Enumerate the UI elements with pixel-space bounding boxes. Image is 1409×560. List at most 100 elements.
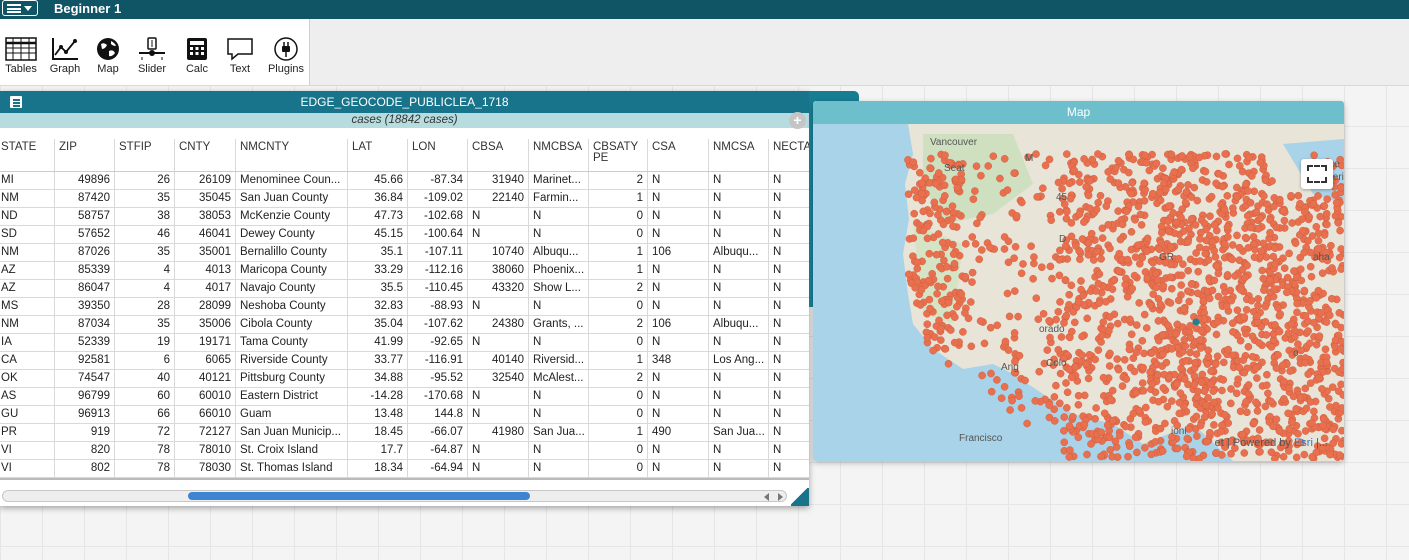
map-point[interactable] [1210,421,1218,429]
map-point[interactable] [1050,417,1059,425]
table-cell-state[interactable]: MS [0,298,55,315]
map-point[interactable] [1290,267,1298,275]
table-cell-csa[interactable]: 106 [648,244,709,261]
map-point[interactable] [1262,253,1271,261]
map-point[interactable] [1167,284,1176,293]
table-cell-nmcbsa[interactable]: Show L... [529,280,589,297]
table-cell-stfip[interactable]: 46 [115,226,175,243]
table-cell-cnty[interactable]: 40121 [175,370,236,387]
map-point[interactable] [1218,386,1226,395]
map-point[interactable] [1324,394,1333,403]
table-cell-stfip[interactable]: 35 [115,190,175,207]
map-point[interactable] [1271,260,1280,269]
map-point[interactable] [1035,367,1043,376]
table-cell-cbsa[interactable]: 31940 [468,172,529,189]
table-cell-lon[interactable]: -88.93 [408,298,468,315]
table-cell-nmcbsa[interactable]: N [529,442,589,459]
map-point[interactable] [1206,380,1215,389]
map-point[interactable] [1227,385,1235,393]
map-point[interactable] [1166,299,1175,307]
map-point[interactable] [943,311,951,320]
map-point[interactable] [1310,151,1318,160]
map-point[interactable] [1316,212,1325,221]
map-point[interactable] [1336,226,1344,235]
table-cell-csa[interactable]: N [648,460,709,477]
map-point[interactable] [1032,150,1040,158]
map-point[interactable] [1077,277,1085,285]
map-point[interactable] [1240,313,1249,321]
table-cell-nmcbsa[interactable]: N [529,334,589,351]
map-point[interactable] [978,371,986,380]
table-cell-necta[interactable]: N [769,352,809,369]
map-point[interactable] [1258,266,1267,275]
table-cell-state[interactable]: AS [0,388,55,405]
map-point[interactable] [1099,373,1108,382]
map-point[interactable] [1224,233,1232,241]
map-point[interactable] [1300,286,1309,295]
map-point[interactable] [1223,271,1232,279]
map-point[interactable] [1210,247,1219,255]
map-point[interactable] [1178,205,1187,213]
table-cell-nmcnty[interactable]: Bernalillo County [236,244,348,261]
map-point[interactable] [1168,345,1176,353]
map-point[interactable] [1143,234,1152,243]
map-point[interactable] [1104,168,1113,176]
map-point[interactable] [1130,271,1139,280]
map-point[interactable] [1197,326,1206,335]
map-point[interactable] [1005,312,1014,321]
map-point[interactable] [1274,304,1282,312]
map-point[interactable] [1054,307,1063,316]
map-point[interactable] [1182,452,1191,461]
map-point[interactable] [1158,331,1167,339]
table-cell-nmcsa[interactable]: N [709,262,769,279]
map-point[interactable] [1213,352,1222,361]
map-point[interactable] [934,230,943,238]
table-cell-nmcbsa[interactable]: McAlest... [529,370,589,387]
map-point[interactable] [1252,364,1261,372]
map-point[interactable] [1210,398,1218,407]
map-point[interactable] [1193,289,1202,298]
table-cell-lat[interactable]: 18.34 [348,460,408,477]
map-point[interactable] [910,186,919,194]
map-point[interactable] [1062,150,1071,158]
map-point[interactable] [1208,237,1217,246]
map-point[interactable] [943,274,952,283]
map-point[interactable] [918,189,926,198]
map-point[interactable] [904,190,913,198]
map-point[interactable] [1138,336,1147,345]
map-point[interactable] [1261,402,1270,411]
map-point[interactable] [1301,427,1310,435]
table-cell-cbsatype[interactable]: 1 [589,424,648,441]
map-point[interactable] [1139,386,1148,395]
map-point[interactable] [993,376,1001,384]
map-point[interactable] [1294,340,1302,348]
table-cell-necta[interactable]: N [769,334,809,351]
map-point[interactable] [1031,397,1040,405]
map-point[interactable] [1314,237,1323,245]
map-point[interactable] [1039,309,1048,318]
map-point[interactable] [1307,272,1316,281]
map-point[interactable] [1210,221,1219,229]
map-point[interactable] [933,289,941,298]
map-point[interactable] [1228,241,1237,249]
map-point[interactable] [1177,364,1185,373]
table-cell-nmcnty[interactable]: Tama County [236,334,348,351]
map-point[interactable] [1233,193,1241,201]
map-point[interactable] [942,262,951,271]
map-point[interactable] [1253,374,1261,382]
table-cell-lon[interactable]: -66.07 [408,424,468,441]
table-cell-state[interactable]: VI [0,460,55,477]
map-point[interactable] [1181,198,1190,207]
map-point[interactable] [1030,259,1038,268]
map-point[interactable] [1084,374,1093,383]
map-point[interactable] [1178,152,1186,160]
map-point[interactable] [913,258,921,267]
map-point[interactable] [997,394,1006,403]
table-cell-nmcbsa[interactable]: Phoenix... [529,262,589,279]
map-point[interactable] [1252,398,1260,407]
map-point[interactable] [1067,373,1076,382]
table-cell-zip[interactable]: 96913 [55,406,115,423]
map-point[interactable] [1128,284,1137,293]
table-cell-cnty[interactable]: 78030 [175,460,236,477]
map-point[interactable] [1190,372,1199,380]
